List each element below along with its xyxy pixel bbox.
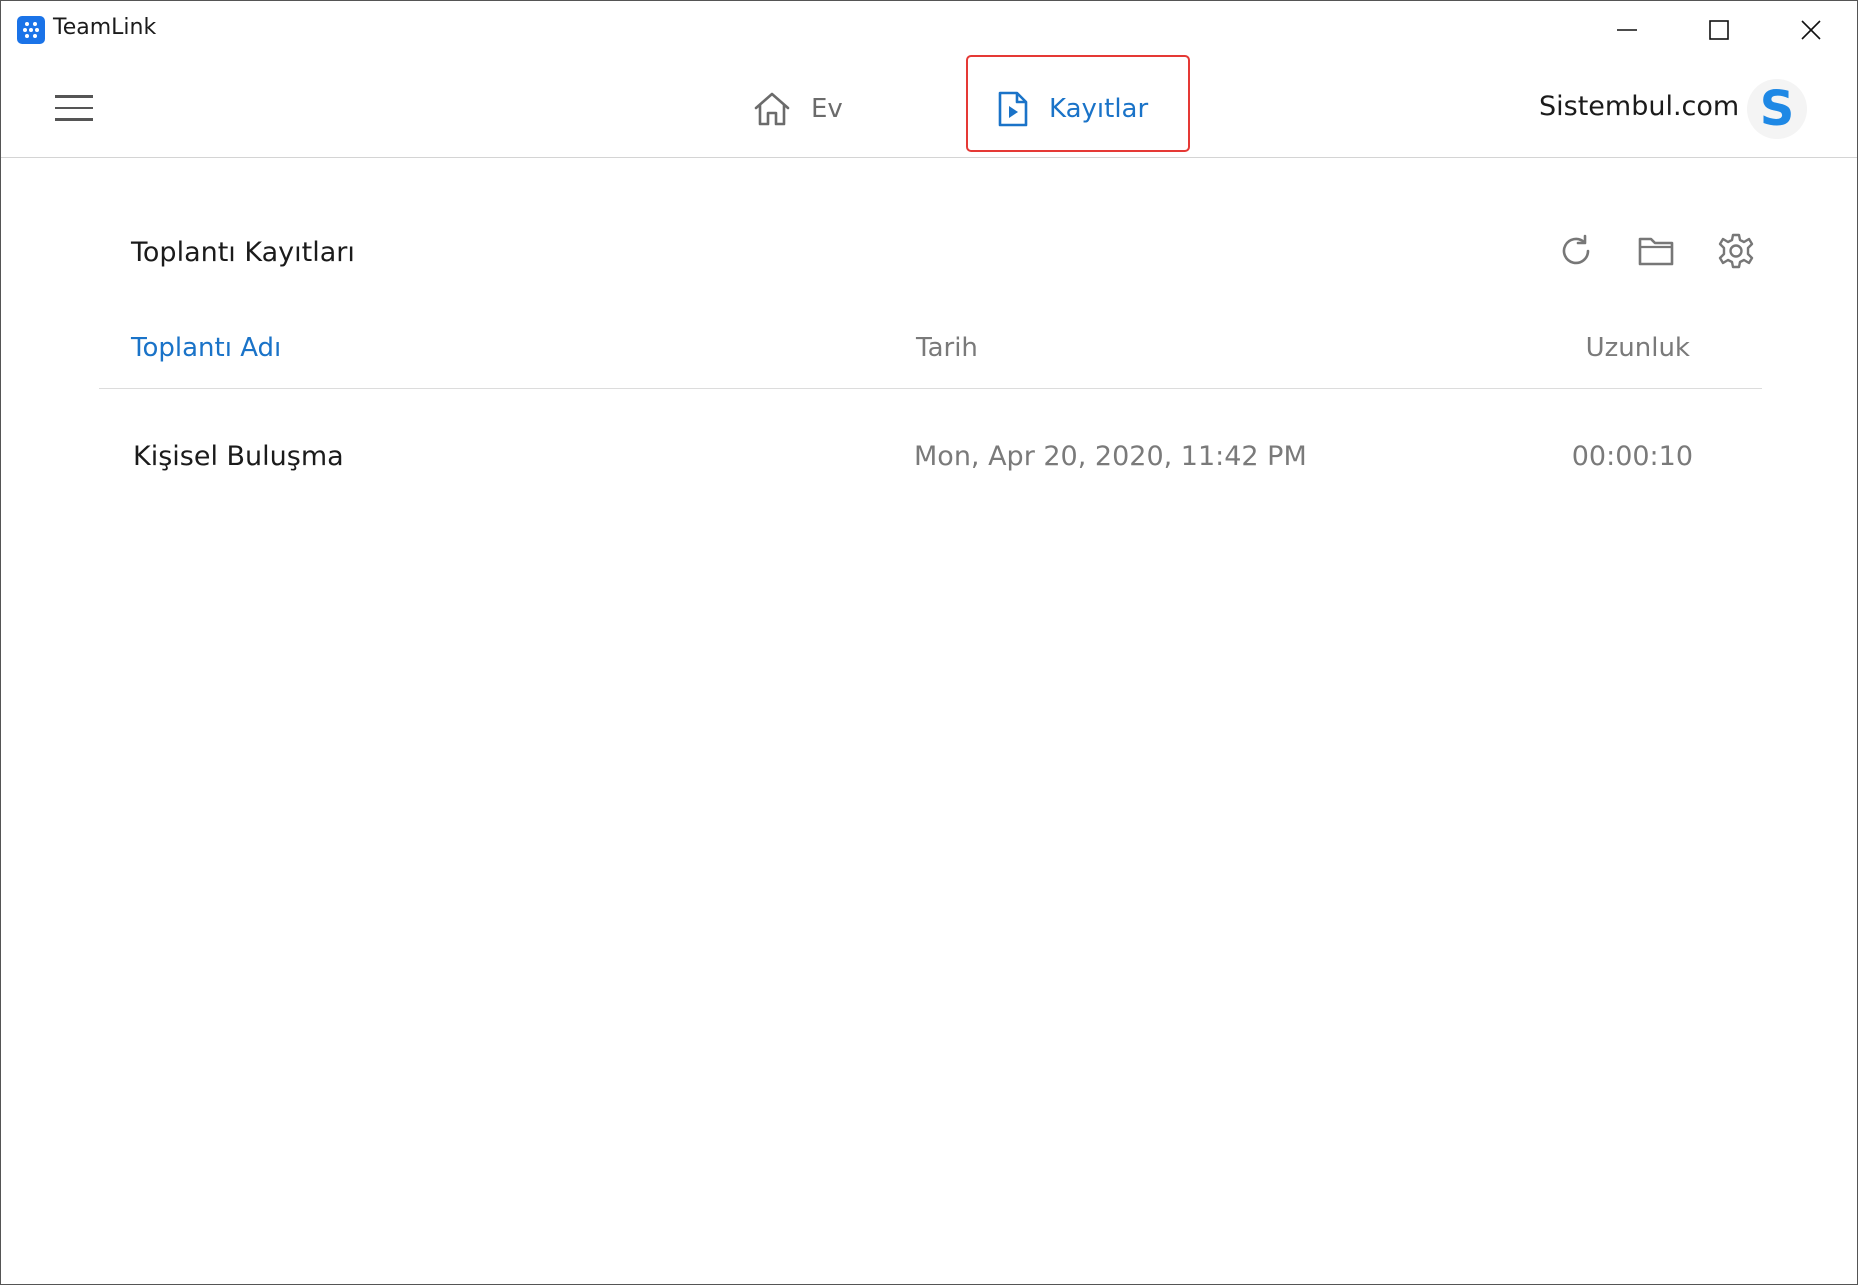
app-window: TeamLink Ev Kayıtlar Sistembul.com S Top… xyxy=(0,0,1858,1285)
refresh-icon xyxy=(1562,234,1590,265)
avatar[interactable]: S xyxy=(1747,79,1807,139)
recording-name: Kişisel Buluşma xyxy=(133,441,344,472)
tab-recordings[interactable]: Kayıtlar xyxy=(997,81,1148,137)
tab-recordings-label: Kayıtlar xyxy=(1049,94,1149,124)
maximize-icon xyxy=(1709,20,1729,40)
refresh-button[interactable] xyxy=(1554,229,1598,273)
column-header-length[interactable]: Uzunluk xyxy=(1586,333,1690,363)
open-folder-button[interactable] xyxy=(1634,229,1678,273)
teamlink-logo-icon xyxy=(17,16,45,44)
header-divider xyxy=(99,388,1762,389)
page-title: Toplantı Kayıtları xyxy=(131,237,355,268)
home-icon xyxy=(753,91,791,127)
minimize-button[interactable] xyxy=(1581,1,1673,59)
tab-home-label: Ev xyxy=(811,94,843,124)
recording-length: 00:00:10 xyxy=(1571,441,1693,472)
close-button[interactable] xyxy=(1765,1,1857,59)
column-header-name[interactable]: Toplantı Adı xyxy=(131,333,281,363)
app-title: TeamLink xyxy=(53,15,157,40)
account-name[interactable]: Sistembul.com xyxy=(1539,91,1739,122)
avatar-letter: S xyxy=(1759,81,1795,137)
table-row[interactable]: Kişisel Buluşma Mon, Apr 20, 2020, 11:42… xyxy=(99,419,1762,499)
settings-button[interactable] xyxy=(1714,229,1758,273)
close-icon xyxy=(1801,20,1821,40)
recording-file-icon xyxy=(997,90,1029,128)
folder-icon xyxy=(1638,237,1674,266)
menu-icon[interactable] xyxy=(55,95,93,123)
top-nav-bar: Ev Kayıtlar Sistembul.com S xyxy=(1,55,1857,158)
tab-home[interactable]: Ev xyxy=(753,81,843,137)
title-bar[interactable]: TeamLink xyxy=(1,1,1857,57)
column-header-date[interactable]: Tarih xyxy=(916,333,978,363)
minimize-icon xyxy=(1617,29,1637,31)
maximize-button[interactable] xyxy=(1673,1,1765,59)
recording-date: Mon, Apr 20, 2020, 11:42 PM xyxy=(914,441,1307,472)
gear-icon xyxy=(1718,233,1754,269)
